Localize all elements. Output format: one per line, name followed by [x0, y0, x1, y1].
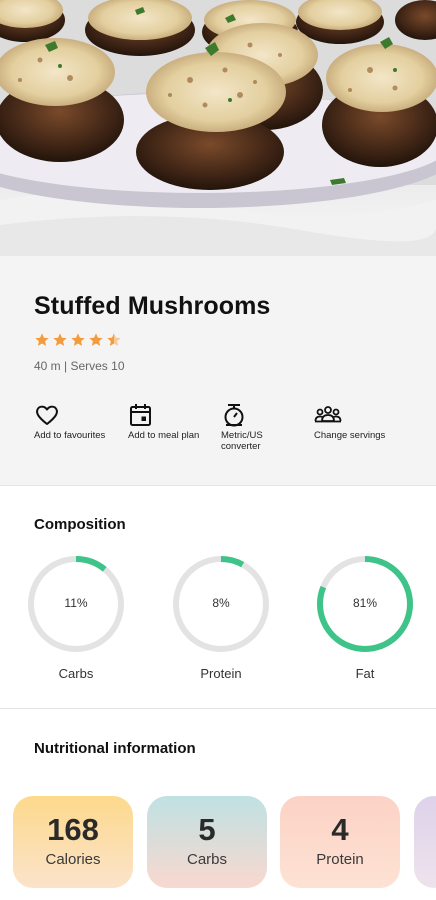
star-half-icon: [107, 333, 121, 346]
composition-protein: 8% Protein: [171, 554, 271, 681]
change-servings-button[interactable]: Change servings: [314, 402, 410, 441]
recipe-info-panel: Stuffed Mushrooms 40 m | Serves 10 Add t…: [0, 256, 436, 485]
nutrition-title: Nutritional information: [34, 740, 196, 757]
protein-card-label: Protein: [316, 851, 364, 868]
recipe-title: Stuffed Mushrooms: [34, 292, 271, 320]
recipe-meta: 40 m | Serves 10: [34, 359, 125, 373]
stuffed-mushrooms-photo: [0, 0, 436, 256]
protein-label: Protein: [200, 666, 242, 681]
calendar-icon: [130, 404, 151, 426]
section-divider: [0, 485, 436, 486]
star-icon: [71, 333, 85, 346]
composition-fat: 81% Fat: [315, 554, 415, 681]
star-icon: [89, 333, 103, 346]
star-icon: [53, 333, 67, 346]
protein-percent: 8%: [212, 596, 230, 610]
nutrition-card-next-partial[interactable]: [414, 796, 436, 888]
people-icon: [314, 406, 342, 423]
recipe-hero-image: [0, 0, 436, 256]
scale-icon: [224, 404, 244, 427]
protein-value: 4: [331, 812, 349, 847]
fat-label: Fat: [355, 666, 375, 681]
action-label: Metric/US converter: [221, 430, 263, 452]
calories-label: Calories: [45, 851, 101, 868]
carbs-label: Carbs: [58, 666, 94, 681]
action-label: Change servings: [314, 430, 386, 441]
add-to-favourites-button[interactable]: Add to favourites: [34, 402, 130, 441]
nutrition-card-protein[interactable]: 4 Protein: [280, 796, 400, 888]
action-label: Add to meal plan: [128, 430, 200, 441]
carbs-percent: 11%: [64, 596, 88, 610]
rating-stars: [34, 332, 122, 350]
metric-us-converter-button[interactable]: Metric/US converter: [221, 402, 317, 452]
add-to-meal-plan-button[interactable]: Add to meal plan: [128, 402, 224, 441]
fat-percent: 81%: [352, 596, 378, 610]
carbs-value: 5: [198, 812, 216, 847]
section-divider: [0, 708, 436, 709]
calories-value: 168: [47, 812, 99, 847]
nutrition-card-carbs[interactable]: 5 Carbs: [147, 796, 267, 888]
carbs-card-label: Carbs: [186, 851, 227, 868]
star-icon: [35, 333, 49, 346]
action-label: Add to favourites: [34, 430, 106, 441]
nutrition-card-calories[interactable]: 168 Calories: [13, 796, 133, 888]
composition-carbs: 11% Carbs: [26, 554, 126, 681]
heart-icon: [36, 405, 58, 425]
composition-title: Composition: [34, 516, 126, 533]
